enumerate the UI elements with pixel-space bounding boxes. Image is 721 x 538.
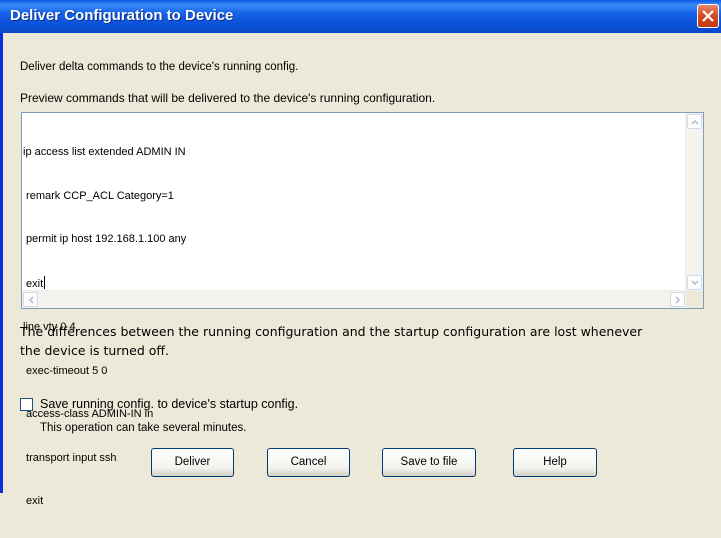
chevron-down-icon — [691, 280, 699, 286]
warning-line: The differences between the running conf… — [20, 324, 643, 339]
warning-line: the device is turned off. — [20, 343, 169, 358]
vertical-scrollbar[interactable] — [685, 113, 703, 291]
command-line: remark CCP_ACL Category=1 — [23, 189, 174, 202]
running-config-warning: The differences between the running conf… — [20, 322, 642, 360]
chevron-right-icon — [675, 296, 681, 304]
command-line: exec-timeout 5 0 — [23, 364, 108, 377]
command-line: exit — [23, 277, 44, 290]
save-to-file-button[interactable]: Save to file — [382, 448, 476, 477]
help-button[interactable]: Help — [513, 448, 597, 477]
scroll-up-button[interactable] — [687, 114, 702, 129]
command-line: permit ip host 192.168.1.100 any — [23, 233, 187, 245]
title-bar[interactable]: Deliver Configuration to Device — [0, 0, 721, 33]
save-startup-config-checkbox[interactable] — [20, 398, 33, 411]
close-icon — [702, 10, 714, 22]
cancel-button[interactable]: Cancel — [267, 448, 350, 477]
scroll-right-button[interactable] — [670, 292, 685, 307]
scroll-down-button[interactable] — [687, 275, 702, 290]
dialog-title: Deliver Configuration to Device — [10, 7, 234, 24]
deliver-config-dialog: Deliver Configuration to Device Deliver … — [0, 0, 721, 507]
text-caret — [44, 275, 46, 289]
close-button[interactable] — [697, 4, 719, 28]
chevron-left-icon — [28, 296, 34, 304]
command-line-with-caret: exit — [23, 275, 186, 292]
scrollbar-corner — [686, 291, 703, 308]
command-line: exit — [23, 495, 44, 507]
preview-label: Preview commands that will be delivered … — [20, 91, 436, 105]
horizontal-scrollbar[interactable] — [22, 290, 686, 308]
scroll-left-button[interactable] — [23, 292, 38, 307]
command-preview-textarea[interactable]: ip access list extended ADMIN IN remark … — [21, 112, 704, 507]
save-startup-config-label[interactable]: Save running config. to device's startup… — [40, 397, 298, 411]
chevron-up-icon — [691, 119, 699, 125]
deliver-button[interactable]: Deliver — [151, 448, 234, 477]
command-line: ip access list extended ADMIN IN — [23, 146, 186, 158]
operation-duration-note: This operation can take several minutes. — [40, 422, 247, 434]
description-text: Deliver delta commands to the device's r… — [20, 61, 299, 73]
